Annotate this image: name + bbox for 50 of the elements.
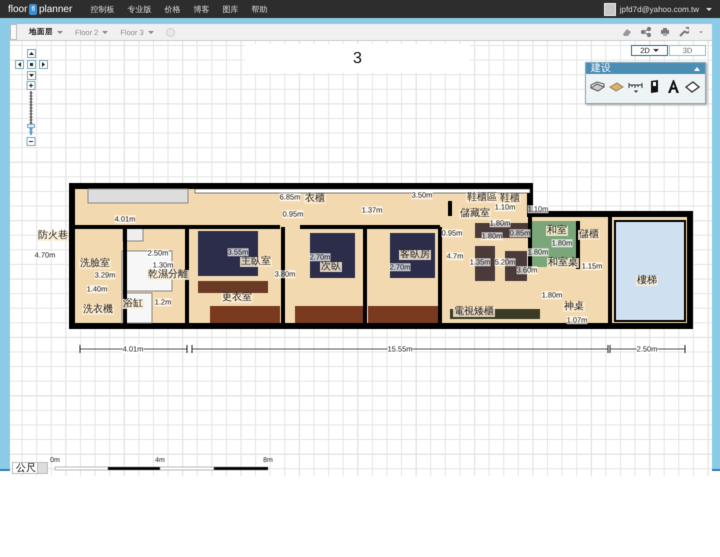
wrench-icon[interactable]	[679, 27, 689, 37]
pan-right-icon[interactable]	[38, 60, 48, 69]
menu-link[interactable]: 帮助	[251, 4, 268, 14]
plan-title: 3	[353, 50, 362, 68]
user-email[interactable]: jpfd7d@yahoo.com.tw	[620, 4, 699, 14]
panel-title: 建设	[591, 63, 611, 74]
room-label: 浴缸	[122, 299, 144, 309]
room-label: 鞋櫃區	[466, 193, 498, 203]
wall-tool-icon[interactable]	[590, 79, 605, 94]
text-tool-icon[interactable]	[666, 79, 681, 94]
room-label: 乾濕分離	[147, 270, 189, 280]
room-label: 和室	[546, 226, 568, 236]
zoom-slider-thumb[interactable]	[27, 124, 35, 128]
center-icon[interactable]	[26, 60, 36, 69]
menu-link[interactable]: 控制板	[90, 4, 114, 14]
share-icon[interactable]	[641, 27, 651, 37]
room-label: 更衣室	[221, 293, 253, 303]
room-label: 主臥室	[240, 257, 272, 267]
logo-text: planner	[38, 4, 72, 14]
room-label: 樓梯	[636, 276, 658, 286]
room-label: 神桌	[563, 302, 585, 312]
room-label: 客臥房	[399, 250, 431, 260]
pan-down-icon[interactable]	[26, 71, 36, 80]
room-label: 防火巷	[37, 231, 69, 241]
room-label: 次臥	[320, 262, 342, 272]
menu-link[interactable]: 专业版	[127, 4, 152, 14]
room-label: 鞋櫃	[499, 194, 521, 204]
unit-dropdown[interactable]: 公尺	[12, 462, 48, 474]
pan-left-icon[interactable]	[14, 60, 24, 69]
caret-icon[interactable]	[706, 8, 712, 10]
room-label: 儲藏室	[459, 209, 491, 219]
menu-link[interactable]: 博客	[193, 4, 210, 14]
pan-up-icon[interactable]	[26, 49, 36, 58]
menu-link[interactable]: 价格	[164, 4, 180, 14]
room-label: 衣櫃	[304, 194, 326, 204]
menu-link[interactable]: 图库	[222, 4, 238, 14]
panel-toggle[interactable]	[10, 24, 17, 40]
surface-tool-icon[interactable]	[685, 79, 700, 94]
collapse-icon[interactable]	[694, 66, 700, 70]
room-label: 洗臉室	[79, 259, 111, 269]
avatar-icon	[604, 2, 616, 16]
print-icon[interactable]	[660, 27, 670, 37]
room-label: 洗衣機	[82, 305, 114, 315]
zoom-out-icon[interactable]	[26, 137, 36, 146]
grid-canvas[interactable]	[10, 41, 712, 476]
logo-text: floor	[8, 4, 28, 14]
zoom-in-icon[interactable]	[26, 81, 36, 90]
room-label: 和室桌	[547, 258, 579, 268]
room-label: 儲櫃	[578, 230, 600, 240]
room-label: 電視矮櫃	[453, 307, 495, 317]
